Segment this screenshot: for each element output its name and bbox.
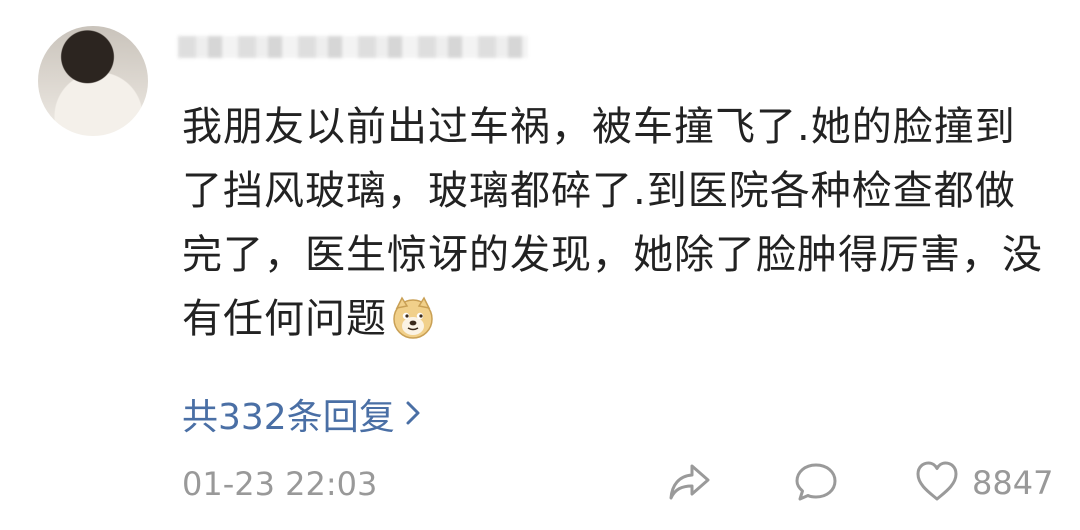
timestamp: 01-23 22:03 <box>182 465 378 503</box>
doge-icon <box>391 295 435 359</box>
comment-text: 我朋友以前出过车祸，被车撞飞了.她的脸撞到了挡风玻璃，玻璃都碎了.到医院各种检查… <box>182 95 1052 359</box>
chevron-right-icon <box>405 394 421 435</box>
comment-button[interactable] <box>792 458 840 506</box>
share-icon <box>666 464 714 510</box>
like-button[interactable]: 8847 <box>914 458 1053 508</box>
replies-label: 共332条回复 <box>182 397 395 438</box>
comment-bubble-icon <box>792 463 840 510</box>
heart-icon <box>914 459 960 507</box>
replies-link[interactable]: 共332条回复 <box>182 388 421 440</box>
username-blurred[interactable] <box>178 36 528 58</box>
like-count: 8847 <box>972 464 1054 502</box>
comment-body: 我朋友以前出过车祸，被车撞飞了.她的脸撞到了挡风玻璃，玻璃都碎了.到医院各种检查… <box>182 104 1043 342</box>
share-button[interactable] <box>666 458 714 506</box>
avatar[interactable] <box>38 26 148 136</box>
